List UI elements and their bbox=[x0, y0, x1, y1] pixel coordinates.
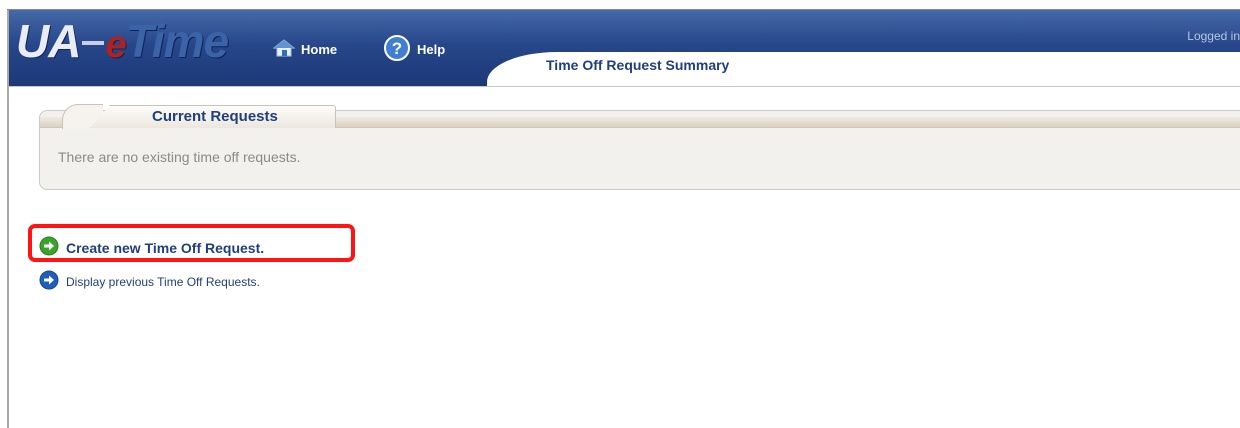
help-label: Help bbox=[417, 41, 446, 57]
home-label: Home bbox=[301, 41, 338, 57]
app-logo[interactable]: UA eTime bbox=[16, 15, 230, 67]
logged-in-status: Logged in bbox=[1187, 29, 1240, 43]
help-link[interactable]: ? Help bbox=[383, 34, 446, 65]
help-icon: ? bbox=[383, 34, 411, 65]
logo-ua: UA bbox=[16, 15, 81, 67]
page-title: Time Off Request Summary bbox=[546, 57, 730, 73]
highlight-box bbox=[28, 224, 355, 262]
display-previous-requests-label: Display previous Time Off Requests. bbox=[66, 274, 260, 289]
logo-time: Time bbox=[125, 15, 230, 67]
home-icon bbox=[272, 38, 296, 61]
logo-dash bbox=[82, 40, 105, 45]
display-previous-requests-link[interactable]: Display previous Time Off Requests. bbox=[39, 270, 260, 293]
current-requests-tab-label: Current Requests bbox=[152, 108, 278, 125]
blue-arrow-icon bbox=[39, 270, 59, 293]
home-link[interactable]: Home bbox=[272, 35, 338, 63]
logo-e: e bbox=[105, 24, 126, 66]
empty-requests-message: There are no existing time off requests. bbox=[58, 149, 301, 165]
svg-text:?: ? bbox=[392, 39, 402, 58]
header-divider bbox=[9, 86, 1240, 87]
